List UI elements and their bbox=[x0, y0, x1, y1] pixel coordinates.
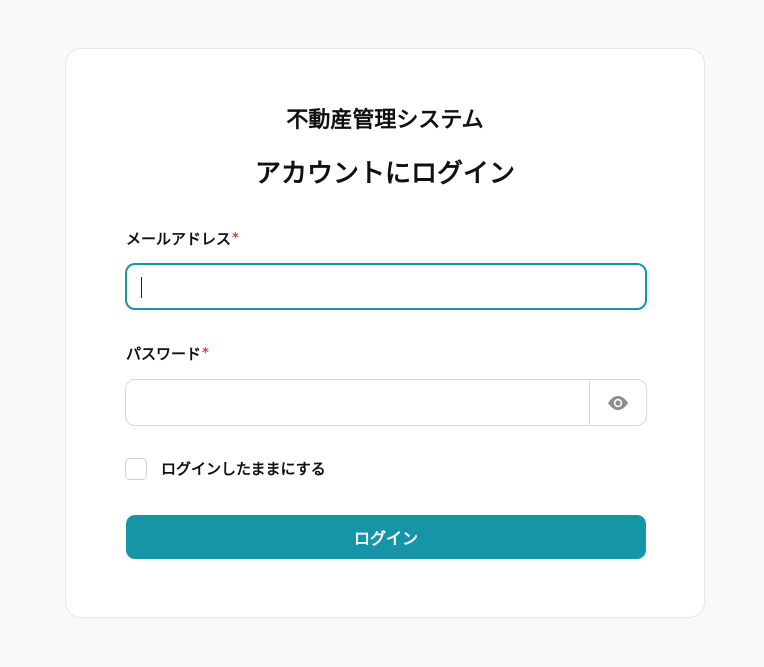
email-input[interactable] bbox=[125, 263, 647, 310]
password-label-text: パスワード bbox=[126, 345, 202, 363]
password-required-mark: * bbox=[202, 346, 209, 361]
login-button[interactable]: ログイン bbox=[126, 515, 646, 559]
password-label: パスワード* bbox=[126, 344, 209, 364]
email-label-text: メールアドレス bbox=[126, 230, 232, 248]
text-caret bbox=[141, 277, 142, 298]
login-card: 不動産管理システム アカウントにログイン メールアドレス* パスワード* ログイ… bbox=[65, 48, 705, 618]
remember-me-label[interactable]: ログインしたままにする bbox=[161, 458, 326, 480]
login-heading: アカウントにログイン bbox=[254, 159, 515, 189]
app-title: 不動産管理システム bbox=[286, 108, 484, 133]
remember-me-checkbox[interactable] bbox=[125, 458, 147, 480]
email-label: メールアドレス* bbox=[126, 229, 239, 249]
password-input[interactable] bbox=[126, 380, 589, 425]
eye-icon bbox=[608, 395, 628, 410]
show-password-button[interactable] bbox=[589, 380, 646, 425]
email-required-mark: * bbox=[232, 231, 239, 246]
password-field bbox=[125, 379, 647, 426]
